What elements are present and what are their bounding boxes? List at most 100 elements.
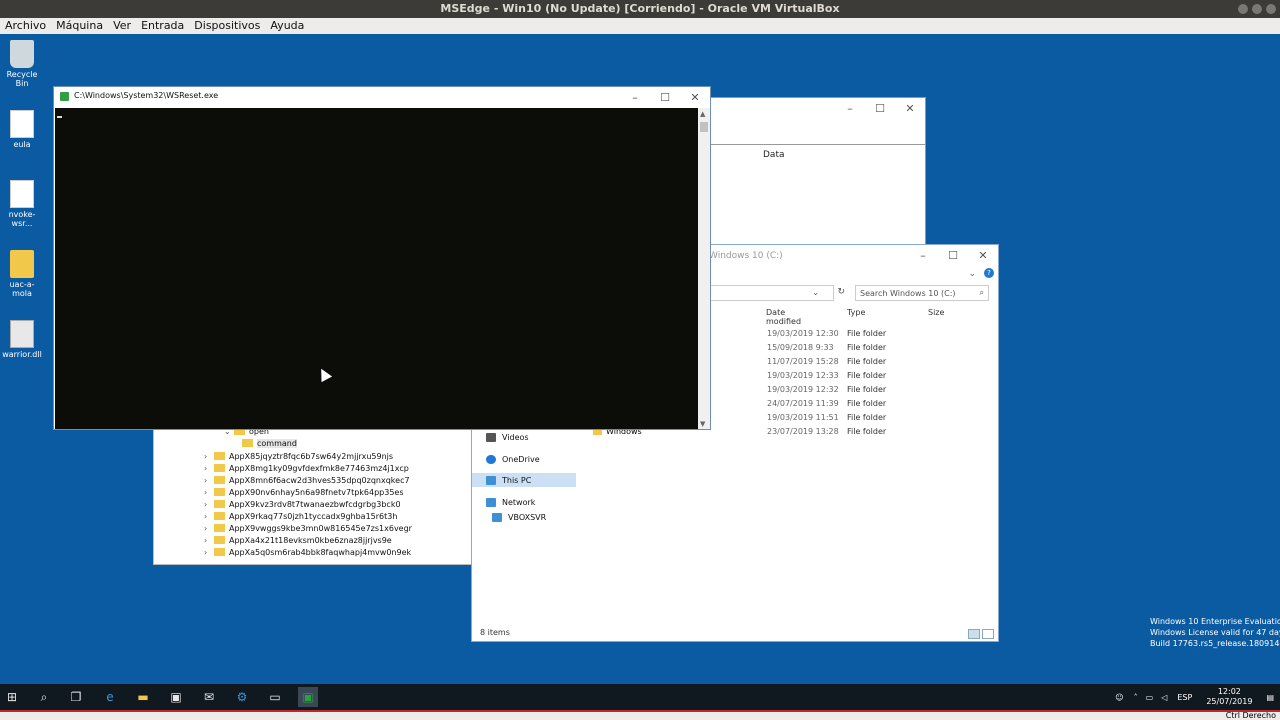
chevron-right-icon[interactable]: › xyxy=(204,488,214,497)
scroll-up-icon[interactable]: ▲ xyxy=(700,110,705,118)
reg-key[interactable]: › AppXa5q0sm6rab4bbk8faqwhapj4mvw0n9ek xyxy=(204,546,411,558)
nav-vboxsvr[interactable]: VBOXSVR xyxy=(492,510,576,524)
chevron-right-icon[interactable]: › xyxy=(204,524,214,533)
minimize-icon[interactable]: – xyxy=(908,245,938,265)
maximize-icon[interactable]: ☐ xyxy=(865,98,895,118)
file-row[interactable]: 24/07/2019 11:39 File folder xyxy=(767,399,927,411)
close-icon[interactable]: ✕ xyxy=(680,87,710,107)
cmd-icon[interactable]: ▭ xyxy=(265,687,285,707)
reg-key[interactable]: › AppX9rkaq77s0jzh1tyccadx9ghba15r6t3h xyxy=(204,510,397,522)
regedit-window[interactable]: ⌄ open command › AppX85jqyztr8fqc6b7sw64y… xyxy=(153,420,473,565)
search-icon[interactable]: ⌕ xyxy=(34,687,54,707)
chevron-right-icon[interactable]: › xyxy=(204,536,214,545)
scroll-down-icon[interactable]: ▼ xyxy=(700,420,705,428)
nav-onedrive[interactable]: OneDrive xyxy=(486,452,576,466)
menu-archivo[interactable]: Archivo xyxy=(0,18,51,34)
console-title-bar[interactable]: C:\Windows\System32\WSReset.exe – ☐ ✕ xyxy=(54,87,710,107)
console-window[interactable]: C:\Windows\System32\WSReset.exe – ☐ ✕ ▲ … xyxy=(53,86,711,430)
reg-key-command[interactable]: command xyxy=(242,437,297,449)
clock[interactable]: 12:02 25/07/2019 xyxy=(1206,687,1252,707)
file-row[interactable]: 19/03/2019 12:30 File folder xyxy=(767,329,927,341)
desktop-icon-invoke-wsreset[interactable]: nvoke-wsr... xyxy=(0,180,44,228)
refresh-icon[interactable]: ↻ xyxy=(837,287,845,297)
file-row-windows[interactable]: Windows 23/07/2019 13:28 File folder xyxy=(593,427,927,439)
action-center-icon[interactable]: ▤ xyxy=(1266,693,1274,702)
host-minimize-button[interactable] xyxy=(1238,4,1248,14)
ribbon-expand-icon[interactable]: ⌄ xyxy=(968,269,976,279)
reg-key[interactable]: › AppX9vwggs9kbe3mn0w816545e7zs1x6vegr xyxy=(204,522,412,534)
maximize-icon[interactable]: ☐ xyxy=(938,245,968,265)
reg-key-label: AppXa5q0sm6rab4bbk8faqwhapj4mvw0n9ek xyxy=(229,547,412,557)
wsreset-icon[interactable]: ▣ xyxy=(298,687,318,707)
network-status-icon[interactable]: ▭ xyxy=(1146,693,1154,702)
file-explorer-icon[interactable]: ▬ xyxy=(133,687,153,707)
column-size[interactable]: Size xyxy=(928,308,944,317)
task-view-icon[interactable]: ❐ xyxy=(66,687,86,707)
file-row[interactable]: 15/09/2018 9:33 File folder xyxy=(767,343,927,355)
chevron-right-icon[interactable]: › xyxy=(204,512,214,521)
minimize-icon[interactable]: – xyxy=(620,87,650,107)
nav-this-pc[interactable]: This PC xyxy=(472,473,576,487)
desktop-icon-recycle-bin[interactable]: Recycle Bin xyxy=(0,40,44,88)
gear-app-icon[interactable]: ⚙ xyxy=(232,687,252,707)
close-icon[interactable]: ✕ xyxy=(895,98,925,118)
menu-entrada[interactable]: Entrada xyxy=(136,18,189,34)
chevron-right-icon[interactable]: › xyxy=(204,464,214,473)
file-row[interactable]: 19/03/2019 11:51 File folder xyxy=(767,413,927,425)
menu-ayuda[interactable]: Ayuda xyxy=(265,18,309,34)
reg-key[interactable]: › AppX85jqyztr8fqc6b7sw64y2mjjrxu59njs xyxy=(204,450,393,462)
reg-key-label: AppX8mg1ky09gvfdexfmk8e77463mz4j1xcp xyxy=(229,463,409,473)
file-row[interactable]: 19/03/2019 12:33 File folder xyxy=(767,371,927,383)
column-header-data[interactable]: Data xyxy=(763,150,785,160)
menu-ver[interactable]: Ver xyxy=(108,18,136,34)
chevron-down-icon[interactable]: ⌄ xyxy=(812,288,819,297)
edge-icon[interactable]: e xyxy=(100,687,120,707)
language-indicator[interactable]: ESP xyxy=(1177,693,1192,702)
nav-network[interactable]: Network xyxy=(486,495,576,509)
row-date: 23/07/2019 13:28 xyxy=(767,427,839,436)
scrollbar-thumb[interactable] xyxy=(700,122,708,132)
help-icon[interactable]: ? xyxy=(984,268,994,278)
console-output[interactable] xyxy=(55,108,699,429)
host-maximize-button[interactable] xyxy=(1252,4,1262,14)
reg-key[interactable]: › AppX8mg1ky09gvfdexfmk8e77463mz4j1xcp xyxy=(204,462,409,474)
folder-icon xyxy=(214,536,225,544)
column-type[interactable]: Type xyxy=(847,308,865,317)
store-icon[interactable]: ▣ xyxy=(166,687,186,707)
file-row[interactable]: 11/07/2019 15:28 File folder xyxy=(767,357,927,369)
menu-maquina[interactable]: Máquina xyxy=(51,18,108,34)
reg-key[interactable]: › AppXa4x21t18evksm0kbe6znaz8jjrjvs9e xyxy=(204,534,392,546)
chevron-right-icon[interactable]: › xyxy=(204,548,214,557)
reg-key[interactable]: › AppX9kvz3rdv8t7twanaezbwfcdgrbg3bck0 xyxy=(204,498,401,510)
console-scrollbar[interactable]: ▲ ▼ xyxy=(698,108,710,429)
clock-time: 12:02 xyxy=(1217,687,1241,696)
chevron-right-icon[interactable]: › xyxy=(204,500,214,509)
chevron-right-icon[interactable]: › xyxy=(204,476,214,485)
start-icon[interactable]: ⊞ xyxy=(2,687,22,707)
large-icons-view-icon[interactable] xyxy=(982,629,994,639)
people-icon[interactable]: ☺ xyxy=(1115,693,1123,702)
desktop-icon-eula[interactable]: eula xyxy=(0,110,44,149)
volume-icon[interactable]: ◁ xyxy=(1161,693,1167,702)
reg-key[interactable]: › AppX90nv6nhay5n6a98fnetv7tpk64pp35es xyxy=(204,486,404,498)
maximize-icon[interactable]: ☐ xyxy=(650,87,680,107)
nav-videos[interactable]: Videos xyxy=(486,430,576,444)
details-view-icon[interactable] xyxy=(968,629,980,639)
chevron-right-icon[interactable]: › xyxy=(204,452,214,461)
menu-dispositivos[interactable]: Dispositivos xyxy=(189,18,265,34)
host-key-label: Ctrl Derecho xyxy=(1225,711,1276,720)
close-icon[interactable]: ✕ xyxy=(968,245,998,265)
desktop-icon-uac-a-mola[interactable]: uac-a-mola xyxy=(0,250,44,298)
reg-key[interactable]: › AppX8mn6f6acw2d3hves535dpq0zqnxqkec7 xyxy=(204,474,410,486)
search-input[interactable]: Search Windows 10 (C:) ⌕ xyxy=(855,285,989,301)
back-explorer-window[interactable]: – ☐ ✕ Data xyxy=(700,97,926,247)
minimize-icon[interactable]: – xyxy=(835,98,865,118)
desktop-icon-warrior-dll[interactable]: warrior.dll xyxy=(0,320,44,359)
file-row[interactable]: 19/03/2019 12:32 File folder xyxy=(767,385,927,397)
mail-icon[interactable]: ✉ xyxy=(199,687,219,707)
row-date: 19/03/2019 12:30 xyxy=(767,329,839,338)
chevron-up-icon[interactable]: ˄ xyxy=(1134,693,1138,702)
explorer-title: Windows 10 (C:) xyxy=(709,251,783,261)
column-date-modified[interactable]: Date modified xyxy=(766,308,801,326)
host-close-button[interactable] xyxy=(1266,4,1276,14)
